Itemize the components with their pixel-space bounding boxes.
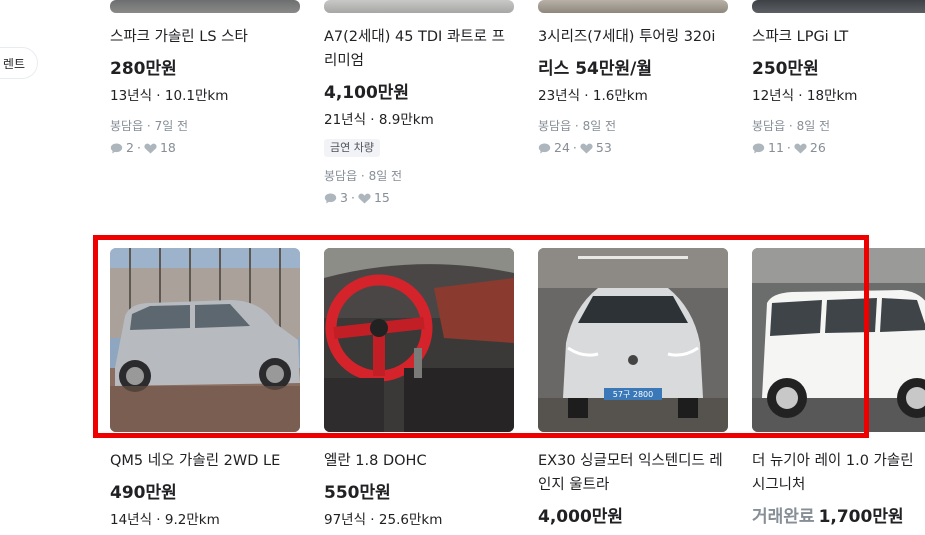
- chat-icon: [324, 193, 337, 203]
- stats-separator: ·: [350, 190, 355, 205]
- listing-thumbnail[interactable]: [538, 0, 728, 13]
- listing-price-row: 거래완료 1,700만원: [752, 505, 904, 529]
- listing-title: 더 뉴기아 레이 1.0 가솔린 시그니처: [752, 453, 914, 493]
- listing-title: 스파크 LPGi LT: [752, 29, 849, 45]
- rent-filter-chip[interactable]: 렌트: [0, 47, 38, 79]
- chat-icon: [752, 143, 765, 153]
- listing-stats: 3 · 15: [324, 189, 390, 207]
- listing-title: 스파크 가솔린 LS 스타: [110, 29, 248, 45]
- listing-thumbnail[interactable]: [324, 0, 514, 13]
- listing-stats: 11 · 26: [752, 139, 826, 157]
- stats-separator: ·: [572, 140, 577, 155]
- listing-title: EX30 싱글모터 익스텐디드 레인지 울트라: [538, 453, 723, 493]
- like-count: 26: [809, 140, 826, 155]
- listing-year-mileage: 13년식 · 10.1만km: [110, 88, 229, 104]
- listing-title: 3시리즈(7세대) 투어링 320i: [538, 29, 716, 45]
- listing-year-mileage: 97년식 · 25.6만km: [324, 512, 443, 528]
- listing-price: 리스 54만원/월: [538, 59, 652, 79]
- chat-count: 24: [554, 140, 570, 155]
- listing-year-mileage: 23년식 · 1.6만km: [538, 88, 648, 104]
- chat-icon: [110, 143, 123, 153]
- listing-price: 4,100만원: [324, 83, 410, 103]
- listing-price: 4,000만원: [538, 507, 624, 527]
- non-smoking-badge: 금연 차량: [324, 139, 380, 157]
- listing-year-mileage: 12년식 · 18만km: [752, 88, 858, 104]
- listing-thumbnail[interactable]: [110, 0, 300, 13]
- listing-thumbnail[interactable]: [752, 248, 925, 432]
- chat-count: 11: [768, 140, 784, 155]
- listing-thumbnail[interactable]: [324, 248, 514, 432]
- listing-title: QM5 네오 가솔린 2WD LE: [110, 453, 281, 469]
- listing-title: A7(2세대) 45 TDI 콰트로 프리미엄: [324, 29, 505, 69]
- listing-location-time: 봉담읍 · 8일 전: [538, 119, 617, 133]
- heart-icon: [144, 143, 157, 153]
- chat-icon: [538, 143, 551, 153]
- rent-filter-label: 렌트: [2, 56, 25, 71]
- stats-separator: ·: [786, 140, 791, 155]
- listing-thumbnail[interactable]: 57구 2800: [538, 248, 728, 432]
- like-count: 18: [159, 140, 176, 155]
- chat-count: 2: [126, 140, 134, 155]
- like-count: 53: [595, 140, 612, 155]
- stats-separator: ·: [136, 140, 141, 155]
- chat-count: 3: [340, 190, 348, 205]
- listing-year-mileage: 21년식 · 8.9만km: [324, 112, 434, 128]
- listing-stats: 2 · 18: [110, 139, 176, 157]
- listing-thumbnail[interactable]: [110, 248, 300, 432]
- heart-icon: [794, 143, 807, 153]
- heart-icon: [358, 193, 371, 203]
- listing-price: 280만원: [110, 59, 177, 79]
- listing-stats: 24 · 53: [538, 139, 612, 157]
- listing-price: 550만원: [324, 483, 391, 503]
- listing-price: 1,700만원: [818, 507, 904, 527]
- listing-year-mileage: 14년식 · 9.2만km: [110, 512, 220, 528]
- listing-location-time: 봉담읍 · 8일 전: [324, 169, 403, 183]
- like-count: 15: [373, 190, 390, 205]
- heart-icon: [580, 143, 593, 153]
- listing-location-time: 봉담읍 · 7일 전: [110, 119, 189, 133]
- listing-location-time: 봉담읍 · 8일 전: [752, 119, 831, 133]
- license-plate: 57구 2800: [613, 390, 653, 399]
- listing-price: 490만원: [110, 483, 177, 503]
- listing-price: 250만원: [752, 59, 819, 79]
- listing-title: 엘란 1.8 DOHC: [324, 453, 427, 469]
- sold-status-label: 거래완료: [752, 507, 815, 527]
- listing-thumbnail[interactable]: [752, 0, 925, 13]
